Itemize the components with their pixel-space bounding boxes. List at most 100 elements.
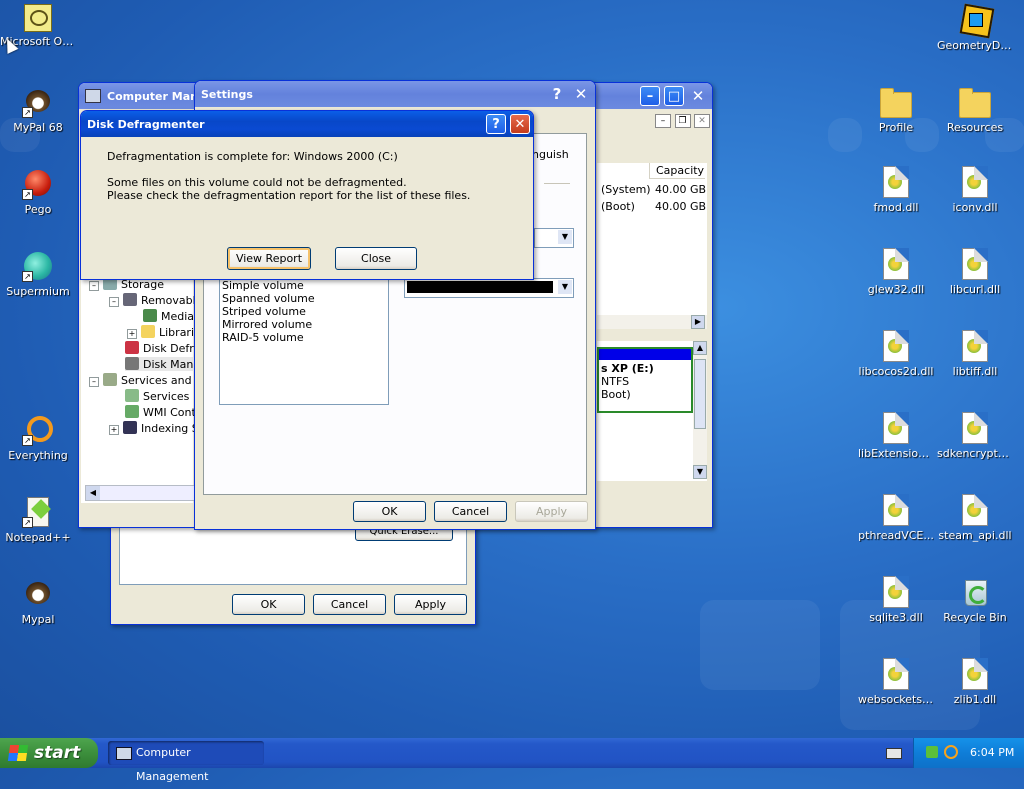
desktop-icon-iconv[interactable]: iconv.dll [937, 166, 1013, 214]
partition-block[interactable]: s XP (E:) NTFS Boot) [597, 347, 693, 413]
wmi-control-icon [125, 405, 139, 418]
supermium-icon: ↗ [22, 250, 54, 282]
dll-icon [883, 166, 909, 198]
close-dialog-button[interactable]: Close [335, 247, 417, 270]
desktop-icon-sqlite3[interactable]: sqlite3.dll [858, 576, 934, 624]
desktop-icon-notepadpp[interactable]: ↗ Notepad++ [0, 496, 76, 544]
desktop-icon-zlib1[interactable]: zlib1.dll [937, 658, 1013, 706]
desktop-icon-steam-api[interactable]: steam_api.dll [937, 494, 1013, 542]
mdi-restore-icon[interactable]: ❐ [674, 114, 691, 128]
scroll-left-icon[interactable]: ◀ [86, 486, 100, 500]
desktop-icon-libcocos2d[interactable]: libcocos2d.dll [858, 330, 934, 378]
desktop-icon-everything[interactable]: ↗ Everything [0, 414, 76, 462]
chevron-down-icon[interactable]: ▼ [558, 280, 572, 294]
tree-item-services[interactable]: Services [125, 389, 189, 403]
collapse-icon[interactable]: – [109, 297, 119, 307]
desktop-icon-libextensions[interactable]: libExtensions... [858, 412, 934, 460]
list-item[interactable]: Simple volume [222, 279, 304, 292]
close-button[interactable]: ✕ [571, 84, 591, 104]
desktop-icon-geometrydash[interactable]: GeometryDash [937, 3, 1013, 52]
settings-dropdown[interactable]: ▼ [534, 228, 574, 248]
ok-button[interactable]: OK [353, 501, 426, 522]
desktop-icon-mypal[interactable]: Mypal [0, 578, 76, 626]
dialog-title: Disk Defragmenter [87, 117, 205, 131]
everything-icon: ↗ [22, 414, 54, 446]
desktop-icon-supermium[interactable]: ↗ Supermium [0, 250, 76, 298]
chevron-down-icon[interactable]: ▼ [558, 230, 572, 244]
network-icon[interactable] [926, 746, 938, 758]
desktop-icon-websockets[interactable]: websockets.dll [858, 658, 934, 706]
volume-type-list[interactable]: Simple volume Spanned volume Striped vol… [219, 278, 389, 405]
close-button[interactable]: ✕ [510, 114, 530, 134]
start-button[interactable]: start [0, 738, 98, 768]
ok-button[interactable]: OK [232, 594, 305, 615]
console-tree[interactable]: – Storage – Removable Media + Librarie Disk… [81, 273, 208, 503]
scroll-thumb[interactable] [694, 359, 706, 429]
desktop-icon-sdkencrypte[interactable]: sdkencrypte... [937, 412, 1013, 460]
desktop-icon-libcurl[interactable]: libcurl.dll [937, 248, 1013, 296]
desktop-icon-pthreadvce[interactable]: pthreadVCE... [858, 494, 934, 542]
tree-item-services-apps[interactable]: – Services and A [89, 373, 203, 387]
tree-item-indexing[interactable]: + Indexing S [109, 421, 199, 435]
minimize-button[interactable]: – [640, 86, 660, 106]
list-item[interactable]: Mirrored volume [222, 318, 312, 331]
tree-item-removable[interactable]: – Removable [109, 293, 202, 307]
volume-list[interactable]: Capacity (System) 40.00 GB (Boot) 40.00 … [597, 163, 707, 329]
list-item[interactable]: Spanned volume [222, 292, 315, 305]
tree-item-wmi[interactable]: WMI Contr [125, 405, 200, 419]
apply-button[interactable]: Apply [394, 594, 467, 615]
clock[interactable]: 6:04 PM [970, 738, 1014, 768]
scroll-up-icon[interactable]: ▲ [693, 341, 707, 355]
maximize-button[interactable]: □ [664, 86, 684, 106]
window-title: Settings [201, 87, 253, 101]
desktop-icon-glew32[interactable]: glew32.dll [858, 248, 934, 296]
keyboard-icon[interactable] [886, 748, 902, 759]
cancel-button[interactable]: Cancel [434, 501, 507, 522]
desktop-icon-pego[interactable]: ↗ Pego [0, 168, 76, 216]
tree-item-libraries[interactable]: + Librarie [127, 325, 201, 339]
disk-graphical-view[interactable]: s XP (E:) NTFS Boot) ▲ ▼ [597, 341, 707, 481]
collapse-icon[interactable]: – [89, 281, 99, 291]
mdi-minimize-icon[interactable]: – [655, 114, 671, 128]
help-button[interactable]: ? [486, 114, 506, 134]
color-dropdown[interactable]: ▼ [404, 278, 574, 298]
apply-button[interactable]: Apply [515, 501, 588, 522]
cancel-button[interactable]: Cancel [313, 594, 386, 615]
desktop-icon-resources[interactable]: Resources [937, 86, 1013, 134]
search-icon[interactable] [944, 745, 958, 759]
close-button[interactable]: ✕ [688, 86, 708, 106]
list-hscrollbar[interactable]: ▶ [597, 315, 707, 329]
partition-fs: NTFS [601, 375, 630, 388]
collapse-icon[interactable]: – [89, 377, 99, 387]
tree-label: Services and A [121, 374, 203, 387]
defrag-titlebar[interactable]: Disk Defragmenter ? ✕ [81, 111, 533, 137]
desktop-icon-mypal68[interactable]: ↗ MyPal 68 [0, 86, 76, 134]
expand-icon[interactable]: + [127, 329, 137, 339]
volume-row[interactable]: (System) [601, 183, 651, 196]
mdi-close-icon[interactable]: ✕ [694, 114, 710, 128]
disk-vscrollbar[interactable]: ▲ ▼ [693, 341, 707, 479]
desktop-icon-recycle-bin[interactable]: Recycle Bin [937, 576, 1013, 624]
desktop-icon-profile[interactable]: Profile [858, 86, 934, 134]
tree-hscrollbar[interactable]: ◀ [85, 485, 195, 501]
expand-icon[interactable]: + [109, 425, 119, 435]
volume-row[interactable]: (Boot) [601, 200, 635, 213]
partition-status: Boot) [601, 388, 631, 401]
dll-icon [962, 494, 988, 526]
view-report-button[interactable]: View Report [227, 247, 311, 270]
scroll-right-icon[interactable]: ▶ [691, 315, 705, 329]
list-item[interactable]: RAID-5 volume [222, 331, 304, 344]
computer-management-icon [116, 747, 132, 760]
help-button[interactable]: ? [547, 84, 567, 104]
settings-titlebar[interactable]: Settings ? ✕ [195, 81, 595, 107]
desktop-icon-label: libcurl.dll [949, 283, 1001, 296]
taskbar-item-computer-management[interactable]: Computer Management [108, 741, 264, 783]
color-swatch [407, 281, 553, 293]
scroll-down-icon[interactable]: ▼ [693, 465, 707, 479]
list-item[interactable]: Striped volume [222, 305, 306, 318]
desktop-icon-libtiff[interactable]: libtiff.dll [937, 330, 1013, 378]
tree-item-media[interactable]: Media [143, 309, 194, 323]
desktop-icon-fmod[interactable]: fmod.dll [858, 166, 934, 214]
tree-item-disk-defrag[interactable]: Disk Defra [125, 341, 201, 355]
column-header-capacity[interactable]: Capacity [649, 163, 705, 179]
